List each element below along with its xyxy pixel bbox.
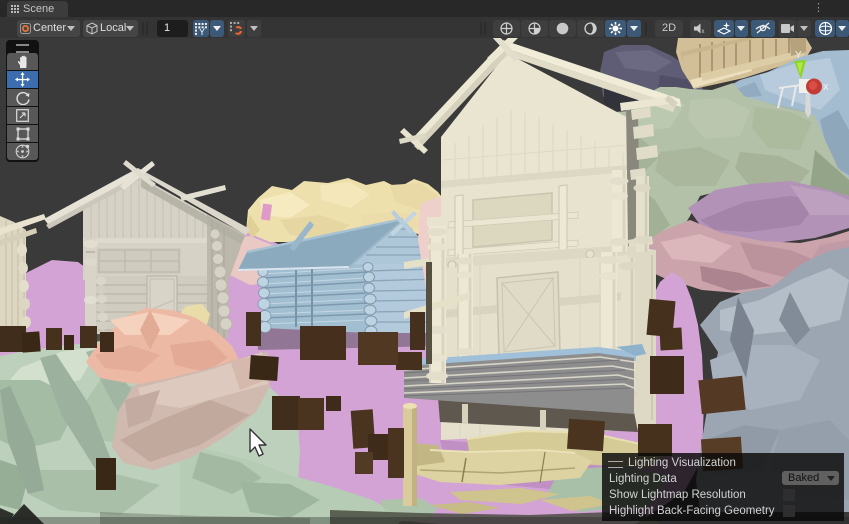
svg-text:x: x	[823, 81, 829, 93]
svg-text:x: x	[702, 29, 705, 34]
svg-text:Y: Y	[795, 50, 802, 61]
svg-text:Y: Y	[199, 27, 205, 35]
